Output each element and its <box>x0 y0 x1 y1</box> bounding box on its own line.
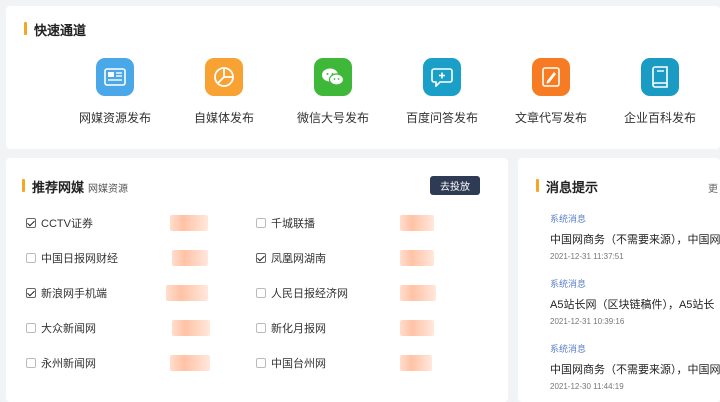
recommend-subtitle: 网媒资源 <box>88 184 129 195</box>
pie-chart-icon <box>205 58 243 96</box>
wechat-icon <box>314 58 352 96</box>
message-body: A5站长网（区块链稿件），A5站长（ <box>550 299 720 311</box>
blurred-price <box>400 250 434 266</box>
message-type: 系统消息 <box>550 344 587 354</box>
checkbox[interactable] <box>256 358 266 368</box>
checkbox[interactable] <box>26 288 36 298</box>
title-accent-bar <box>24 22 27 35</box>
media-label: 新浪网手机端 <box>41 288 107 300</box>
blurred-price <box>400 215 434 231</box>
message-body: 中国网商务（不需要来源），中国网商 <box>550 364 720 376</box>
quick-item-label: 百度问答发布 <box>405 111 478 125</box>
checkbox[interactable] <box>26 218 36 228</box>
messages-panel: 消息提示 更 系统消息 中国网商务（不需要来源），中国网商 2021-12-31… <box>518 158 720 402</box>
go-deliver-button[interactable]: 去投放 <box>430 176 480 195</box>
message-item[interactable]: 系统消息 中国网商务（不需要来源），中国网商 2021-12-30 11:44:… <box>550 342 720 391</box>
media-label: 大众新闻网 <box>41 323 96 335</box>
quick-channel-items: 网媒资源发布 自媒体发布 微信大号发布 百度问答发布 文章代写发布 企业百科发布 <box>66 58 706 138</box>
more-link[interactable]: 更 <box>708 180 718 195</box>
media-option[interactable]: 大众新闻网 <box>26 318 96 338</box>
blurred-price <box>170 215 208 231</box>
title-accent-bar <box>22 179 25 192</box>
checkbox[interactable] <box>26 253 36 263</box>
blurred-price <box>400 355 432 371</box>
message-type: 系统消息 <box>550 279 587 289</box>
media-option[interactable]: 新浪网手机端 <box>26 283 107 303</box>
quick-item-label: 文章代写发布 <box>514 111 587 125</box>
quick-channel-header: 快速通道 <box>24 20 86 39</box>
quick-item-web-media[interactable]: 网媒资源发布 <box>60 58 170 126</box>
media-label: 凤凰网湖南 <box>271 253 326 265</box>
media-option[interactable]: 人民日报经济网 <box>256 283 348 303</box>
blurred-price <box>172 320 210 336</box>
quick-item-self-media[interactable]: 自媒体发布 <box>169 58 279 126</box>
media-label: 千城联播 <box>271 218 315 230</box>
title-accent-bar <box>536 179 539 192</box>
media-label: 人民日报经济网 <box>271 288 348 300</box>
newspaper-icon <box>96 58 134 96</box>
checkbox[interactable] <box>256 253 266 263</box>
blurred-price <box>166 285 208 301</box>
checkbox[interactable] <box>256 288 266 298</box>
media-option[interactable]: CCTV证券 <box>26 213 93 233</box>
quick-item-label: 企业百科发布 <box>623 111 696 125</box>
book-icon <box>641 58 679 96</box>
quick-item-article-writing[interactable]: 文章代写发布 <box>496 58 606 126</box>
quick-item-label: 网媒资源发布 <box>78 111 151 125</box>
media-label: 新化月报网 <box>271 323 326 335</box>
message-time: 2021-12-31 11:37:51 <box>550 252 624 261</box>
quick-item-encyclopedia[interactable]: 企业百科发布 <box>605 58 715 126</box>
message-time: 2021-12-30 11:44:19 <box>550 382 624 391</box>
blurred-price <box>172 250 208 266</box>
media-option[interactable]: 中国日报网财经 <box>26 248 118 268</box>
recommend-header: 推荐网媒 网媒资源 <box>22 177 128 196</box>
recommend-media-panel: 推荐网媒 网媒资源 去投放 CCTV证券 中国日报网财经 新浪网手机端 大众新闻… <box>6 158 508 402</box>
media-label: CCTV证券 <box>41 218 93 230</box>
message-type: 系统消息 <box>550 214 587 224</box>
quick-channel-panel: 快速通道 网媒资源发布 自媒体发布 微信大号发布 百度问答发布 文章代写发布 企… <box>6 6 720 149</box>
quick-item-wechat[interactable]: 微信大号发布 <box>278 58 388 126</box>
blurred-price <box>400 320 434 336</box>
pen-icon <box>532 58 570 96</box>
messages-header: 消息提示 <box>536 177 598 196</box>
qa-icon <box>423 58 461 96</box>
media-option[interactable]: 新化月报网 <box>256 318 326 338</box>
message-body: 中国网商务（不需要来源），中国网商 <box>550 234 720 246</box>
messages-title: 消息提示 <box>546 180 599 195</box>
media-label: 中国台州网 <box>271 358 326 370</box>
quick-item-label: 自媒体发布 <box>193 111 254 125</box>
quick-channel-title: 快速通道 <box>34 23 87 38</box>
quick-item-baidu-qa[interactable]: 百度问答发布 <box>387 58 497 126</box>
message-item[interactable]: 系统消息 中国网商务（不需要来源），中国网商 2021-12-31 11:37:… <box>550 212 720 261</box>
message-item[interactable]: 系统消息 A5站长网（区块链稿件），A5站长（ 2021-12-31 10:39… <box>550 277 720 326</box>
media-label: 中国日报网财经 <box>41 253 118 265</box>
blurred-price <box>400 285 436 301</box>
media-option[interactable]: 凤凰网湖南 <box>256 248 326 268</box>
media-option[interactable]: 中国台州网 <box>256 353 326 373</box>
quick-item-label: 微信大号发布 <box>296 111 369 125</box>
media-option[interactable]: 永州新闻网 <box>26 353 96 373</box>
checkbox[interactable] <box>256 218 266 228</box>
recommend-title: 推荐网媒 <box>32 180 85 195</box>
media-label: 永州新闻网 <box>41 358 96 370</box>
message-time: 2021-12-31 10:39:16 <box>550 317 625 326</box>
blurred-price <box>170 355 210 371</box>
checkbox[interactable] <box>26 358 36 368</box>
checkbox[interactable] <box>26 323 36 333</box>
checkbox[interactable] <box>256 323 266 333</box>
media-option[interactable]: 千城联播 <box>256 213 315 233</box>
